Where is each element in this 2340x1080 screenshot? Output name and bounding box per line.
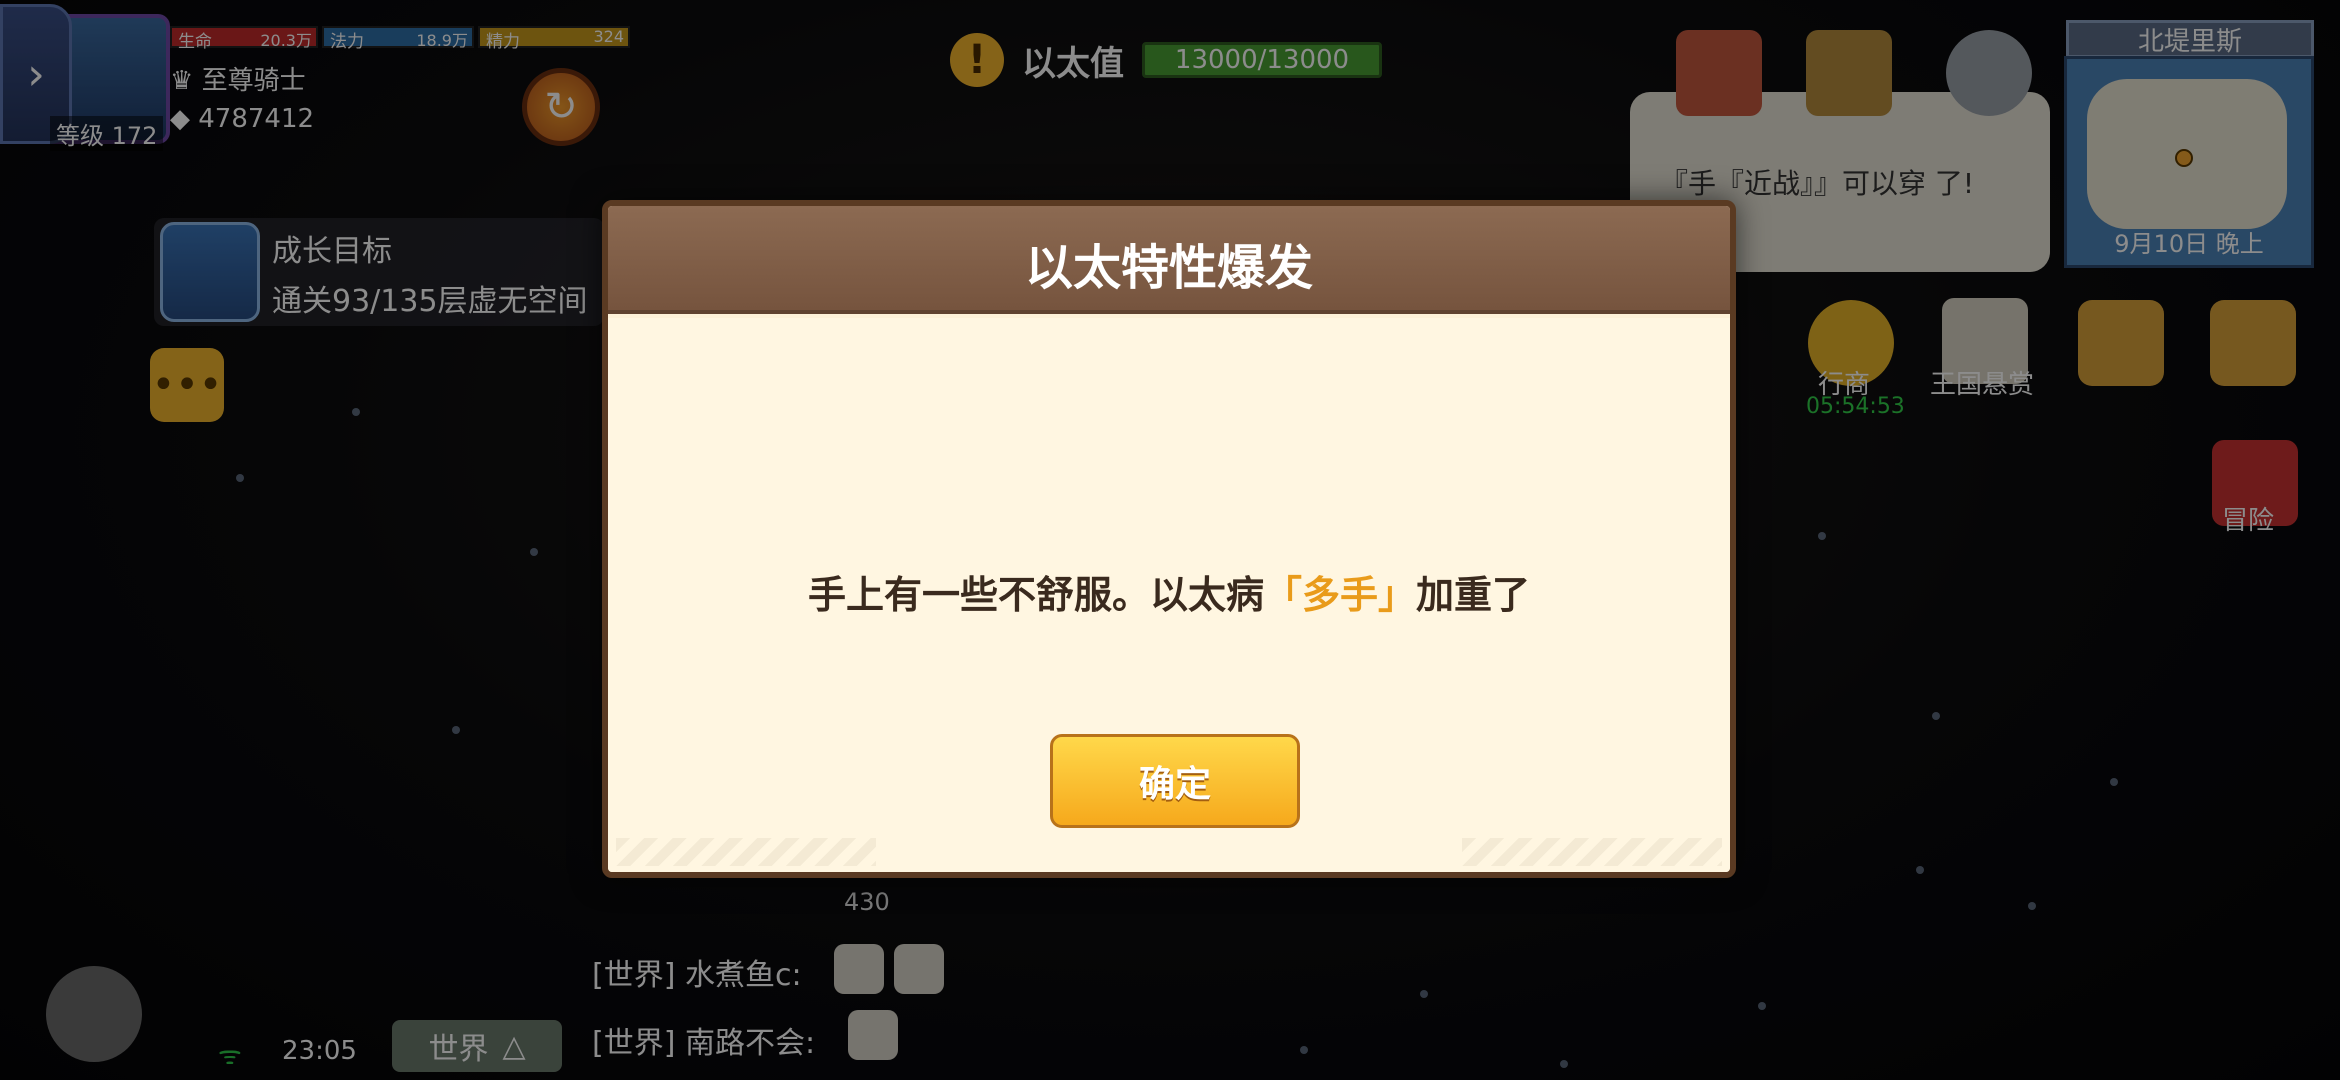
confirm-button[interactable]: 确定	[1050, 734, 1300, 828]
decor-pattern	[616, 838, 876, 866]
decor-pattern	[1462, 838, 1722, 866]
message-suffix: 加重了	[1416, 573, 1531, 617]
game-screen: › 等级 172 生命 20.3万 法力 18.9万 精力 324 ♛ 至尊骑士…	[0, 0, 2340, 1080]
ether-burst-dialog: 以太特性爆发 手上有一些不舒服。以太病「多手」加重了 确定	[602, 200, 1736, 878]
message-prefix: 手上有一些不舒服。以太病	[807, 573, 1264, 617]
dialog-message: 手上有一些不舒服。以太病「多手」加重了	[608, 564, 1730, 619]
dialog-header: 以太特性爆发	[608, 206, 1730, 314]
message-highlight: 「多手」	[1263, 573, 1416, 617]
dialog-title: 以太特性爆发	[1024, 240, 1313, 296]
